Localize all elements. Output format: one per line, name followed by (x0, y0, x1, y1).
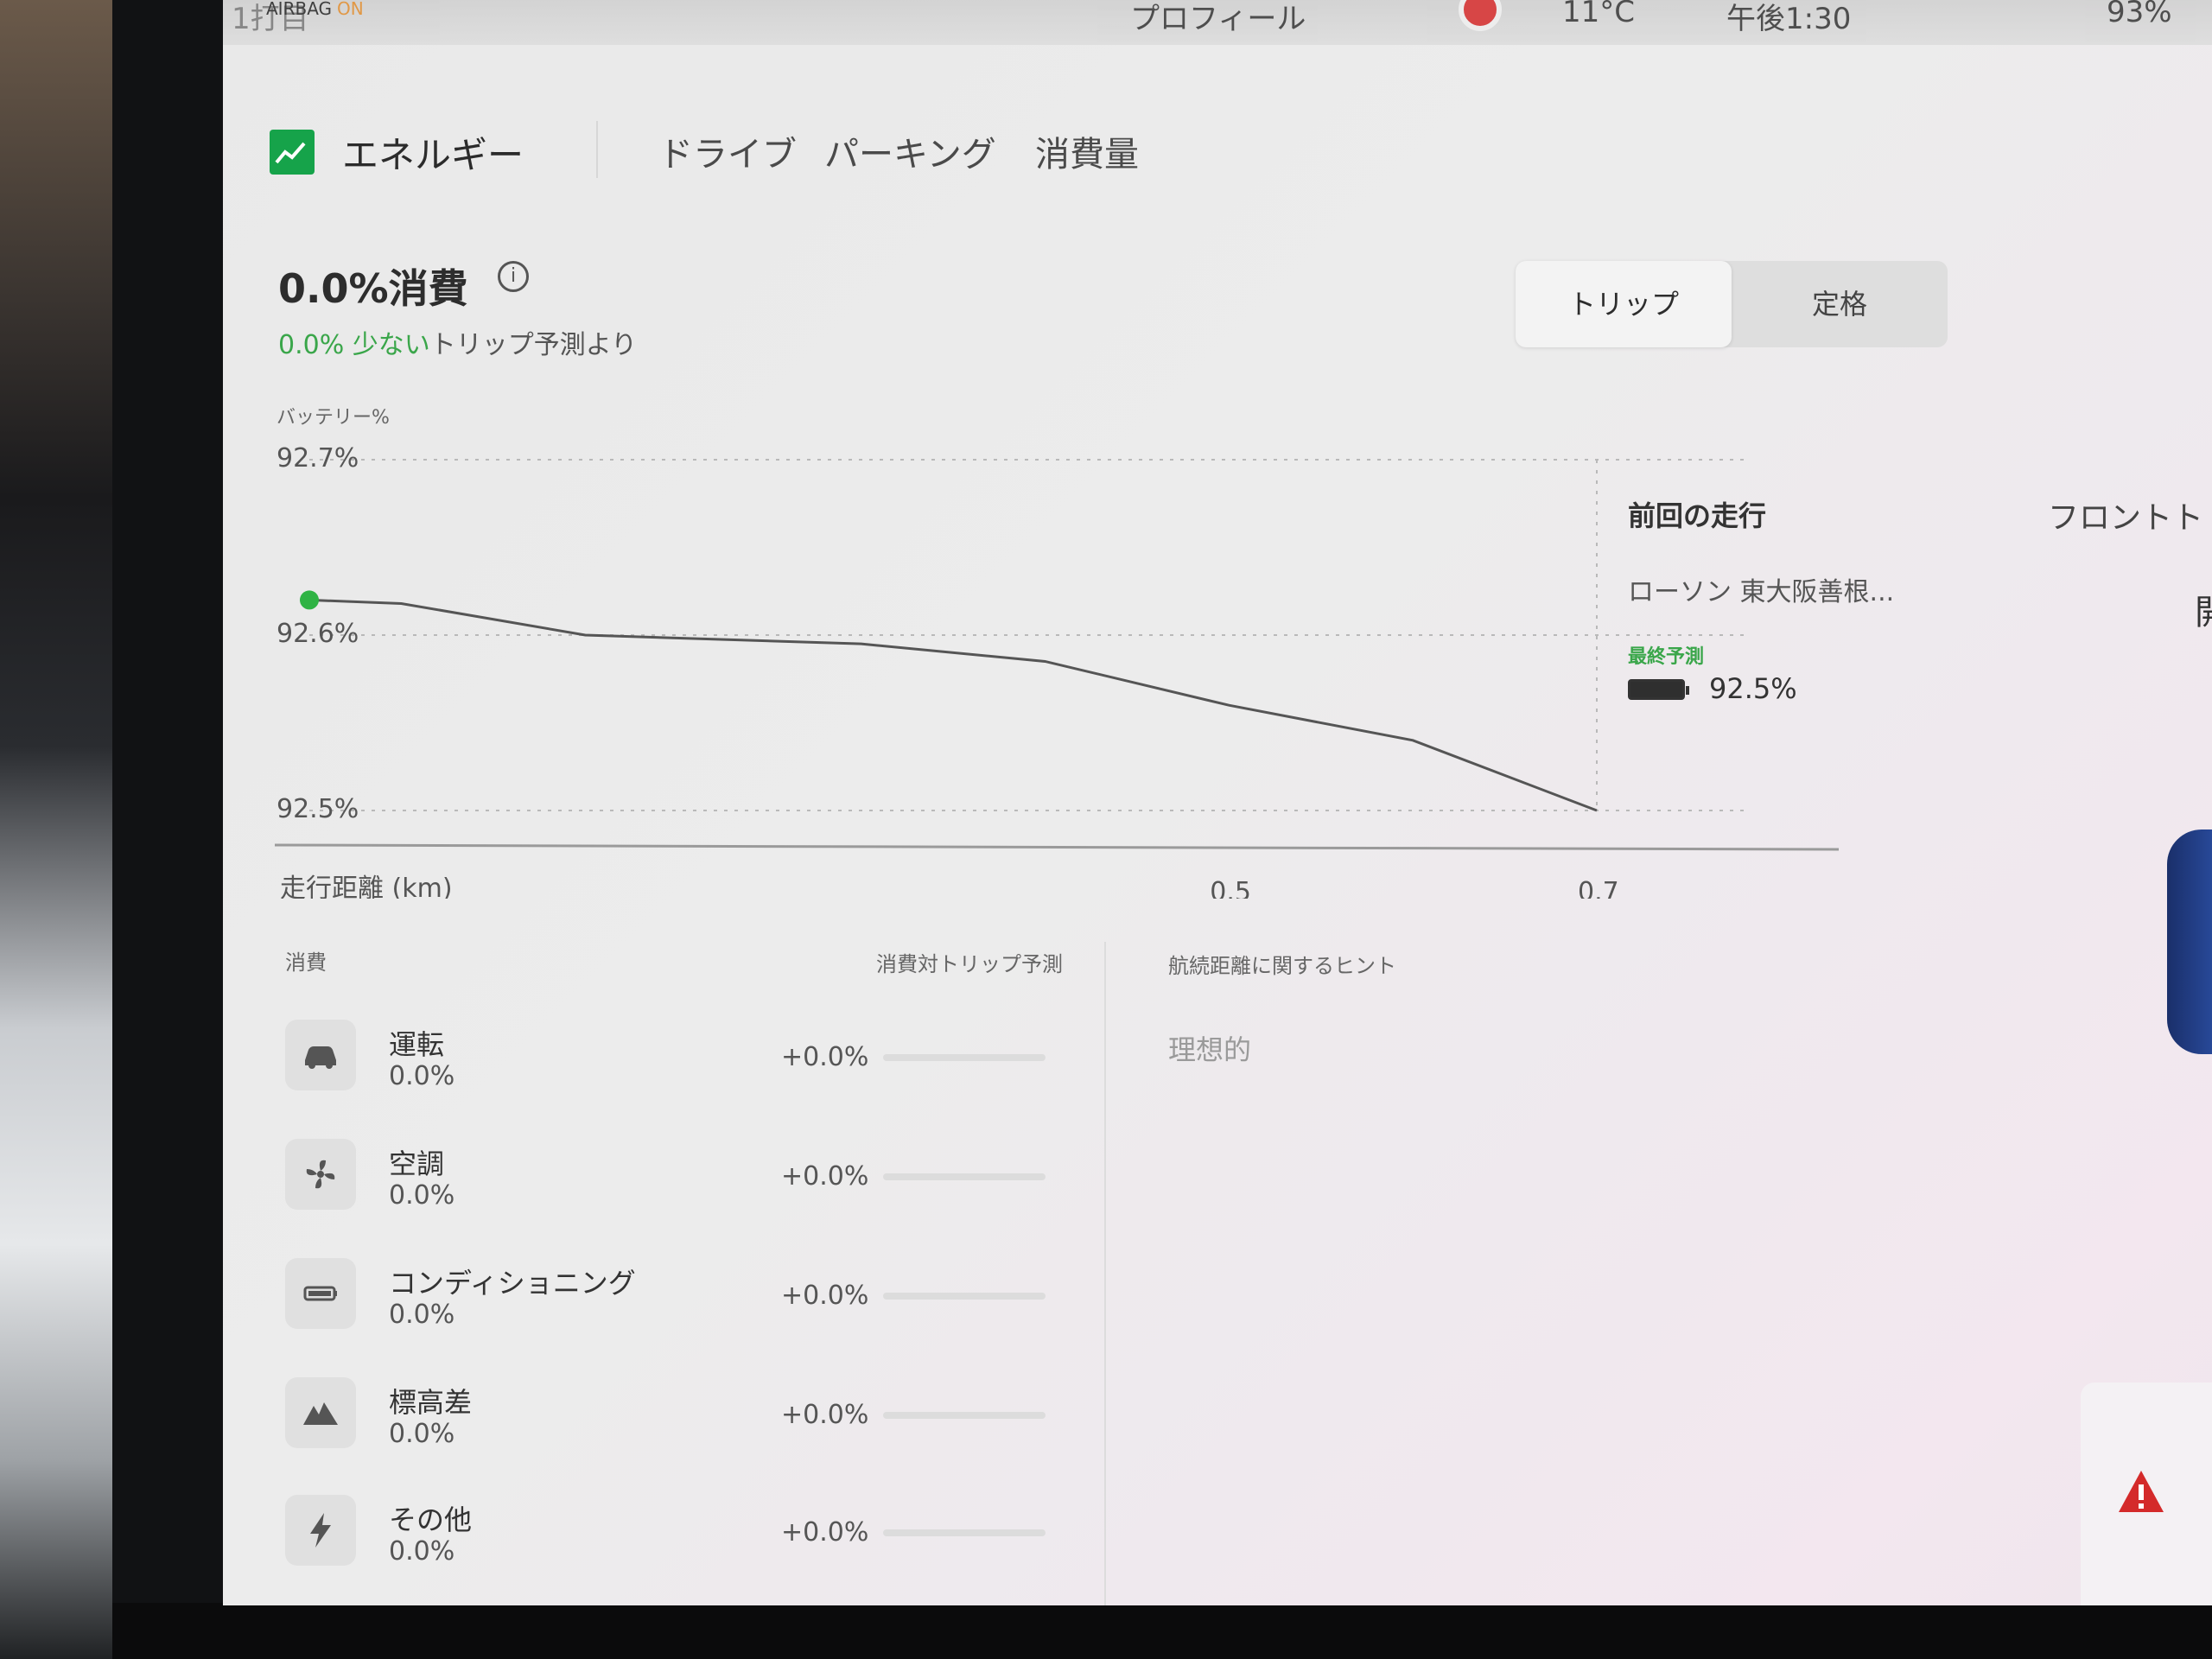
item-delta: +0.0% (781, 1400, 869, 1430)
fan-icon (285, 1139, 356, 1210)
item-value: 0.0% (389, 1180, 455, 1211)
item-bar (883, 1412, 1046, 1419)
item-value: 0.0% (389, 1061, 455, 1091)
item-name: コンディショニング (389, 1267, 636, 1300)
x-axis-label: 走行距離 (km) (280, 874, 453, 899)
item-value: 0.0% (389, 1536, 455, 1567)
battery-series-line (308, 598, 1598, 812)
info-icon[interactable]: i (498, 261, 529, 292)
item-name: 運転 (389, 1028, 445, 1061)
item-value: 0.0% (389, 1300, 455, 1330)
mountain-icon (285, 1377, 356, 1448)
consumption-diff: 0.0% 少ないトリップ予測より (278, 323, 637, 361)
screen-bezel-bottom (112, 1603, 2212, 1659)
x-axis-line (274, 843, 1840, 851)
item-name: 空調 (389, 1147, 445, 1180)
airbag-label: AIRBAG (266, 0, 333, 19)
vs-trip-header: 消費対トリップ予測 (876, 952, 1063, 976)
car-render (2167, 830, 2212, 1054)
final-estimate-value: 92.5% (1709, 672, 1797, 705)
y-axis-label: バッテリー% (276, 407, 390, 429)
last-trip-title: 前回の走行 (1628, 499, 1767, 532)
series-start-point (300, 590, 319, 610)
y-tick-label: 92.5% (276, 794, 359, 824)
bolt-icon (285, 1495, 356, 1566)
tips-header: 航続距離に関するヒント (1168, 954, 1396, 978)
item-bar (883, 1054, 1046, 1061)
tab-parking[interactable]: パーキング (824, 126, 996, 176)
energy-title: エネルギー (342, 134, 524, 176)
status-bar: 1打目 AIRBAG ON プロフィール 11°C 午後1:30 93% (223, 0, 2212, 45)
consumption-percent: 0.0%消費 (278, 265, 468, 312)
profile-button[interactable]: プロフィール (1130, 0, 1306, 37)
car-icon (285, 1020, 356, 1090)
item-delta: +0.0% (781, 1161, 869, 1192)
item-delta: +0.0% (781, 1281, 869, 1311)
battery-icon (285, 1258, 356, 1329)
y-tick-label: 92.7% (276, 443, 359, 474)
background-photo-left (0, 0, 112, 1659)
warning-icon[interactable] (2117, 1469, 2165, 1517)
tab-drive[interactable]: ドライブ (658, 126, 797, 176)
y-tick-label: 92.6% (276, 619, 359, 649)
item-bar (883, 1173, 1046, 1180)
x-tick-label: 0.5 (1210, 877, 1251, 899)
final-estimate-label: 最終予測 (1628, 646, 1705, 668)
screen-bezel (112, 0, 233, 1659)
last-trip-destination[interactable]: ローソン 東大阪善根... (1628, 570, 1894, 608)
item-delta: +0.0% (781, 1517, 869, 1548)
consumption-header: 消費 (285, 950, 327, 975)
line-chart-icon (270, 130, 315, 175)
front-trunk-partial[interactable]: フロントト (2048, 493, 2203, 537)
trip-rated-toggle[interactable]: トリップ 定格 (1516, 261, 1948, 347)
open-button-partial[interactable]: 開 (2195, 584, 2212, 634)
energy-app-screen: 1打目 AIRBAG ON プロフィール 11°C 午後1:30 93% エネルギ… (223, 0, 2212, 1605)
x-tick-label: 0.7 (1578, 877, 1619, 899)
clock: 午後1:30 (1726, 2, 1852, 36)
record-icon[interactable] (1459, 0, 1502, 31)
item-bar (883, 1529, 1046, 1536)
airbag-indicator: AIRBAG ON (266, 0, 364, 19)
battery-chart-svg: バッテリー% 92.7% 92.6% 92.5% 走行距離 (km) 0.5 0.7 (274, 407, 1840, 907)
segment-trip[interactable]: トリップ (1516, 261, 1732, 347)
temperature: 11°C (1562, 0, 1636, 29)
header-divider (596, 121, 598, 178)
item-bar (883, 1293, 1046, 1300)
diff-green-text: 0.0% 少ない (278, 330, 430, 360)
diff-suffix-text: トリップ予測より (429, 330, 638, 360)
tab-consumption[interactable]: 消費量 (1035, 126, 1139, 176)
item-delta: +0.0% (781, 1042, 869, 1072)
airbag-state: ON (337, 0, 364, 19)
item-name: 標高差 (389, 1386, 473, 1419)
tip-value: 理想的 (1168, 1033, 1252, 1066)
battery-icon (1628, 679, 1689, 700)
battery-chart: バッテリー% 92.7% 92.6% 92.5% 走行距離 (km) 0.5 0.7 (223, 397, 2212, 907)
segment-rated[interactable]: 定格 (1732, 261, 1948, 347)
battery-percent: 93% (2107, 0, 2172, 29)
item-name: その他 (389, 1503, 473, 1536)
item-value: 0.0% (389, 1419, 455, 1449)
column-divider (1104, 942, 1106, 1605)
